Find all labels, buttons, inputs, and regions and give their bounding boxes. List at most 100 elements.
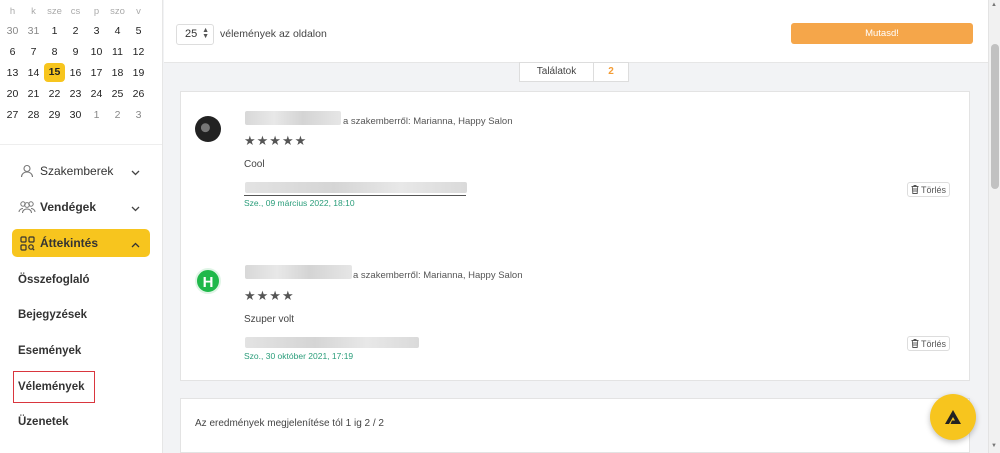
calendar-day[interactable]: 3 [86, 25, 107, 37]
page-scrollbar[interactable]: ▲ ▼ [988, 0, 1000, 453]
reviews-card: a szakemberről: Marianna, Happy Salon ★★… [180, 91, 970, 381]
show-button[interactable]: Mutasd! [791, 23, 973, 44]
user-photo-icon [195, 116, 221, 142]
calendar-day[interactable]: 28 [23, 109, 44, 121]
pagination-card: Az eredmények megjelenítése tól 1 ig 2 /… [180, 398, 970, 453]
calendar-day[interactable]: 14 [23, 67, 44, 79]
trash-icon [911, 339, 919, 348]
calendar-day[interactable]: 26 [128, 88, 149, 100]
calendar-day[interactable]: 31 [23, 25, 44, 37]
sidebar-item-label: Vendégek [40, 200, 97, 214]
calendar-day[interactable]: 7 [23, 46, 44, 58]
review-comment: Cool [244, 159, 265, 170]
help-fab-button[interactable] [930, 394, 976, 440]
calendar-week: 20 21 22 23 24 25 26 [2, 83, 160, 104]
calendar-day[interactable]: 21 [23, 88, 44, 100]
review-specialist: a szakemberről: Marianna, Happy Salon [353, 270, 523, 281]
scroll-down-icon[interactable]: ▼ [991, 443, 997, 449]
chevron-down-icon [131, 201, 140, 215]
redacted-reply-text [245, 337, 419, 348]
calendar-day[interactable]: 25 [107, 88, 128, 100]
delete-button[interactable]: Törlés [907, 182, 950, 197]
calendar-day[interactable]: 8 [44, 46, 65, 58]
sidebar-subitem-reviews[interactable]: Vélemények [18, 381, 85, 393]
delete-button[interactable]: Törlés [907, 336, 950, 351]
sidebar-subitem-posts[interactable]: Bejegyzések [18, 309, 87, 321]
calendar-day-today[interactable]: 15 [44, 63, 65, 82]
sidebar-item-specialists[interactable]: Szakemberek [12, 157, 150, 185]
brand-logo-icon [945, 410, 961, 424]
sidebar-item-label: Áttekintés [40, 236, 99, 250]
weekday-label: h [9, 5, 16, 17]
calendar-day[interactable]: 1 [44, 25, 65, 37]
calendar-weekday-row: h k sze cs p szo v [2, 2, 160, 20]
review-date: Sze., 09 március 2022, 18:10 [244, 198, 355, 208]
review-comment: Szuper volt [244, 314, 295, 325]
calendar-day[interactable]: 30 [2, 25, 23, 37]
calendar-day[interactable]: 29 [44, 109, 65, 121]
weekday-label: v [136, 5, 141, 17]
calendar-week: 13 14 15 16 17 18 19 [2, 62, 160, 83]
sidebar: h k sze cs p szo v 30 31 1 2 3 4 5 6 7 8… [0, 0, 163, 453]
calendar-week: 27 28 29 30 1 2 3 [2, 104, 160, 125]
sidebar-item-label: Szakemberek [40, 164, 114, 178]
user-icon [18, 162, 36, 180]
calendar-day[interactable]: 3 [128, 109, 149, 121]
redacted-reply-text [245, 182, 467, 193]
select-arrows-icon: ▲ ▼ [202, 27, 209, 40]
redacted-reviewer-name [245, 111, 341, 125]
chevron-up-icon [131, 237, 140, 251]
weekday-label: cs [70, 5, 81, 17]
results-count: 2 [608, 66, 614, 77]
per-page-select[interactable]: 25 ▲ ▼ [176, 24, 214, 45]
sidebar-item-overview[interactable]: Áttekintés [12, 229, 150, 257]
calendar-day[interactable]: 5 [128, 25, 149, 37]
results-label: Találatok [520, 63, 594, 81]
calendar-day[interactable]: 11 [107, 46, 128, 58]
calendar-day[interactable]: 12 [128, 46, 149, 58]
weekday-label: p [93, 5, 100, 17]
calendar-day[interactable]: 9 [65, 46, 86, 58]
calendar-day[interactable]: 2 [65, 25, 86, 37]
calendar-day[interactable]: 27 [2, 109, 23, 121]
calendar-day[interactable]: 6 [2, 46, 23, 58]
review-date: Szo., 30 október 2021, 17:19 [244, 351, 354, 361]
results-counter: Találatok 2 [519, 62, 629, 82]
calendar-day[interactable]: 16 [65, 67, 86, 79]
review-specialist: a szakemberről: Marianna, Happy Salon [343, 116, 513, 127]
sidebar-subitem-summary[interactable]: Összefoglaló [18, 274, 90, 286]
sidebar-subitem-events[interactable]: Események [18, 345, 81, 357]
h-logo-icon: H [195, 268, 221, 294]
calendar-day[interactable]: 23 [65, 88, 86, 100]
calendar-day[interactable]: 19 [128, 67, 149, 79]
redacted-reviewer-name [245, 265, 352, 279]
calendar-day[interactable]: 4 [107, 25, 128, 37]
sidebar-subitem-messages[interactable]: Üzenetek [18, 416, 69, 428]
calendar-day[interactable]: 20 [2, 88, 23, 100]
calendar-day[interactable]: 2 [107, 109, 128, 121]
rating-stars: ★★★★ [244, 288, 295, 303]
per-page-value: 25 [185, 28, 198, 40]
calendar-day[interactable]: 13 [2, 67, 23, 79]
weekday-label: sze [47, 5, 62, 17]
per-page-label: vélemények az oldalon [220, 28, 327, 40]
sidebar-divider [0, 144, 162, 145]
scroll-up-icon[interactable]: ▲ [991, 2, 997, 8]
scrollbar-thumb[interactable] [991, 44, 999, 189]
filter-bar: 25 ▲ ▼ vélemények az oldalon Mutasd! [164, 0, 988, 63]
mini-calendar: h k sze cs p szo v 30 31 1 2 3 4 5 6 7 8… [2, 2, 160, 125]
calendar-day[interactable]: 30 [65, 109, 86, 121]
trash-icon [911, 185, 919, 194]
calendar-day[interactable]: 1 [86, 109, 107, 121]
calendar-day[interactable]: 17 [86, 67, 107, 79]
weekday-label: k [31, 5, 36, 17]
weekday-label: szo [110, 5, 125, 17]
calendar-day[interactable]: 10 [86, 46, 107, 58]
calendar-day[interactable]: 18 [107, 67, 128, 79]
users-group-icon [18, 198, 36, 216]
calendar-day[interactable]: 24 [86, 88, 107, 100]
calendar-day[interactable]: 22 [44, 88, 65, 100]
delete-label: Törlés [920, 184, 946, 195]
sidebar-item-guests[interactable]: Vendégek [12, 193, 150, 221]
chevron-down-icon [131, 165, 140, 179]
